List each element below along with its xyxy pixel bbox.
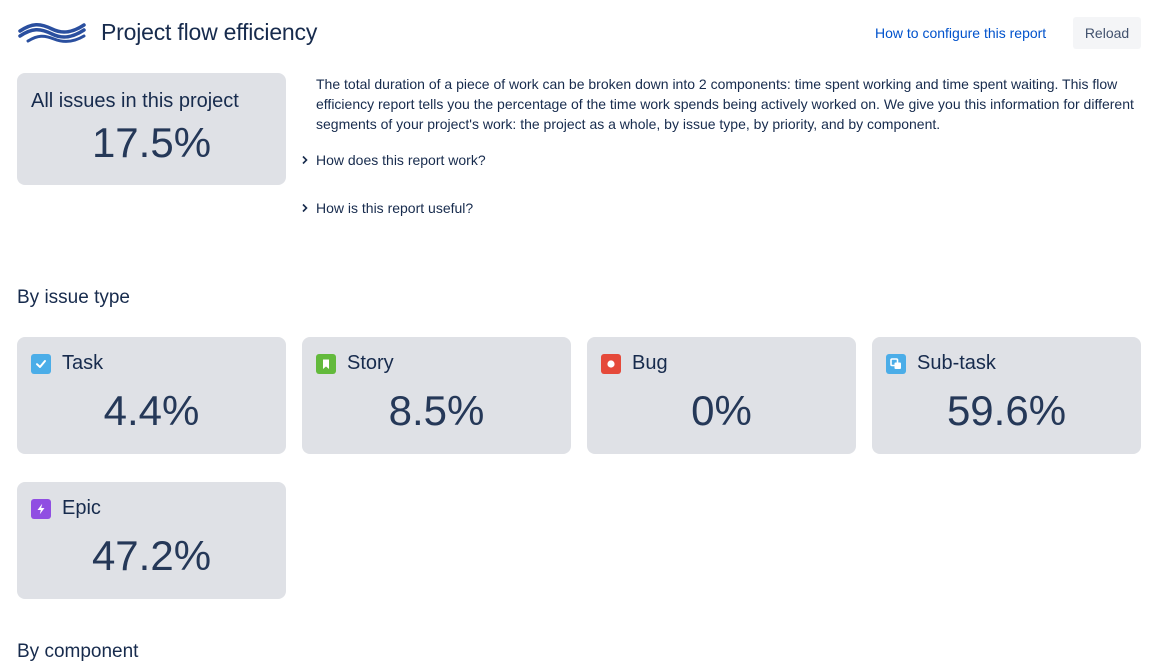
chevron-right-icon <box>302 203 308 213</box>
issue-type-card-bug: Bug 0% <box>587 337 856 454</box>
story-icon <box>316 353 336 374</box>
summary-value: 17.5% <box>91 119 212 166</box>
issue-type-value: 4.4% <box>103 387 200 434</box>
issue-type-label: Epic <box>62 497 101 519</box>
chevron-right-icon <box>302 155 308 165</box>
task-icon <box>31 353 51 374</box>
issue-type-card-subtask: Sub-task 59.6% <box>872 337 1141 454</box>
how-is-report-useful-expander[interactable]: How is this report useful? <box>300 200 473 216</box>
issue-type-value: 8.5% <box>388 387 485 434</box>
issue-type-value: 0% <box>691 387 752 434</box>
subtask-icon <box>886 353 906 374</box>
section-title-by-component: By component <box>17 641 139 662</box>
page-title: Project flow efficiency <box>101 19 318 45</box>
issue-type-card-epic: Epic 47.2% <box>17 482 286 599</box>
issue-type-label: Story <box>347 352 394 374</box>
how-does-report-work-expander[interactable]: How does this report work? <box>300 152 486 168</box>
reload-button[interactable]: Reload <box>1073 17 1141 49</box>
issue-type-label: Bug <box>632 352 668 374</box>
expander-label: How does this report work? <box>316 152 486 168</box>
epic-icon <box>31 498 51 519</box>
issue-type-card-story: Story 8.5% <box>302 337 571 454</box>
waves-logo-icon <box>18 23 86 43</box>
summary-label: All issues in this project <box>31 90 239 112</box>
issue-type-value: 47.2% <box>91 532 212 579</box>
issue-type-card-task: Task 4.4% <box>17 337 286 454</box>
issue-type-value: 59.6% <box>946 387 1067 434</box>
issue-type-label: Task <box>62 352 104 374</box>
configure-report-link[interactable]: How to configure this report <box>875 25 1046 41</box>
bug-icon <box>601 353 621 374</box>
issue-type-label: Sub-task <box>917 352 996 374</box>
expander-label: How is this report useful? <box>316 200 474 216</box>
summary-card: All issues in this project 17.5% <box>17 73 286 185</box>
report-description: The total duration of a piece of work ca… <box>316 76 1134 132</box>
section-title-by-issue-type: By issue type <box>17 287 130 308</box>
